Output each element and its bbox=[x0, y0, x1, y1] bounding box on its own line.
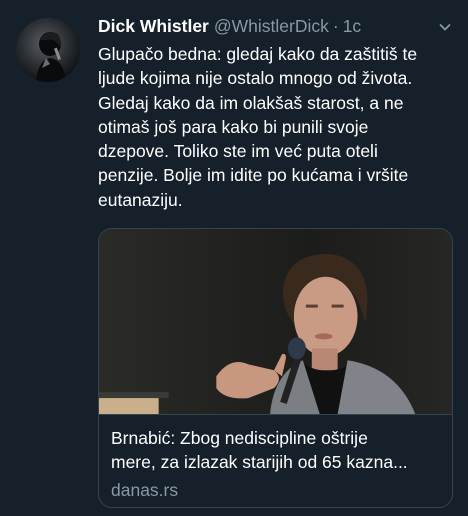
link-card-image bbox=[99, 229, 452, 415]
avatar[interactable] bbox=[16, 18, 80, 82]
link-card-title[interactable]: Brnabić: Zbog nediscipline oštrije mere,… bbox=[111, 426, 440, 474]
tweet-text: Glupačo bedna: gledaj kako da zaštitiš t… bbox=[98, 44, 418, 210]
tweet-content: Dick Whistler @WhistlerDick · 1c Glupačo… bbox=[98, 14, 453, 212]
link-card-domain: danas.rs bbox=[111, 480, 179, 500]
author-name[interactable]: Dick Whistler bbox=[98, 14, 209, 38]
link-card-body: Brnabić: Zbog nediscipline oštrije mere,… bbox=[99, 415, 452, 501]
avatar-image bbox=[36, 32, 66, 82]
separator-dot: · bbox=[332, 16, 339, 36]
author-handle[interactable]: @WhistlerDick bbox=[214, 14, 329, 38]
tweet-header: Dick Whistler @WhistlerDick · 1c bbox=[98, 14, 453, 38]
tweet-timestamp[interactable]: 1c bbox=[343, 14, 361, 38]
tweet[interactable]: Dick Whistler @WhistlerDick · 1c Glupačo… bbox=[0, 0, 468, 516]
link-card[interactable]: Brnabić: Zbog nediscipline oštrije mere,… bbox=[98, 228, 453, 508]
